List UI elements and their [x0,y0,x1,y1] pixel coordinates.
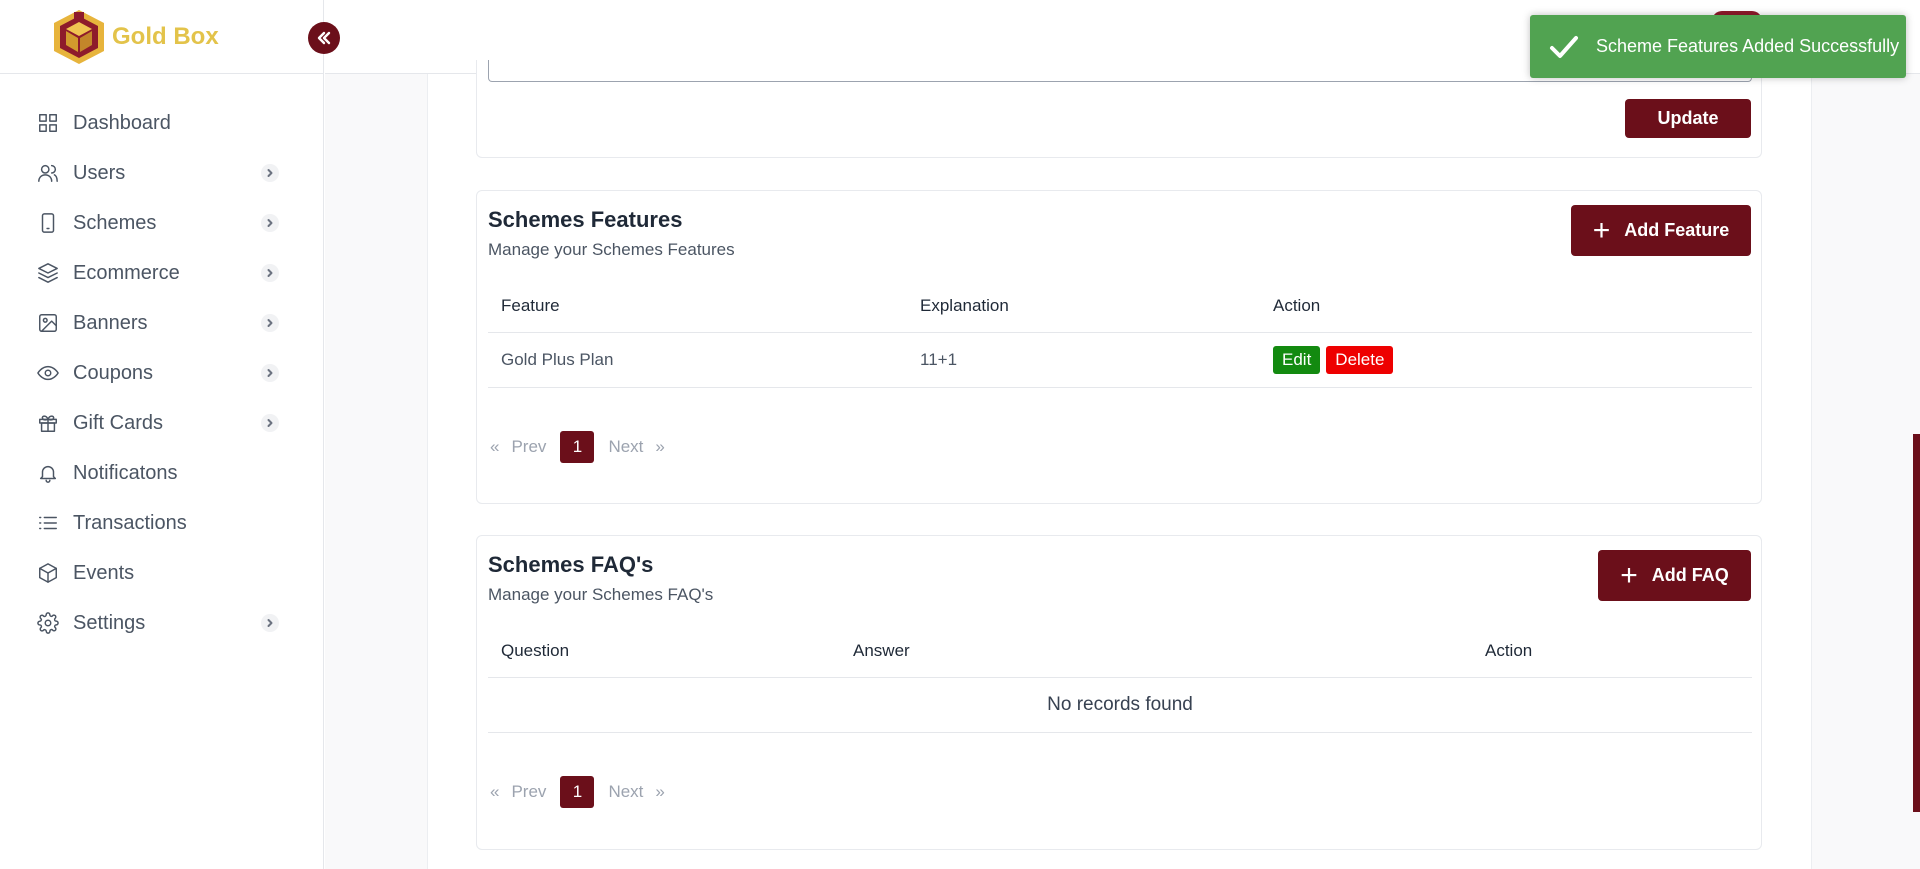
next-page-link[interactable]: Next [608,437,643,457]
sidebar-item-events[interactable]: Events [0,548,323,598]
sidebar-item-label: Gift Cards [73,411,164,434]
plus-icon: + [1592,213,1611,247]
sidebar: Gold Box Dashboard Users Schemes Ecommerce B… [0,0,324,869]
add-faq-button[interactable]: + Add FAQ [1598,550,1751,601]
sidebar-item-coupons[interactable]: Coupons [0,348,323,398]
sidebar-item-label: Coupons [73,361,154,384]
gear-icon [36,611,60,635]
features-title: Schemes Features [488,207,683,232]
sidebar-collapse-button[interactable] [308,22,340,54]
sidebar-item-schemes[interactable]: Schemes [0,198,323,248]
gold-box-logo-icon [54,9,104,64]
features-table: Feature Explanation Action Gold Plus Pla… [488,279,1752,388]
sidebar-item-label: Dashboard [73,111,171,134]
sidebar-item-label: Banners [73,311,148,334]
schemes-features-card: Schemes Features Manage your Schemes Fea… [476,190,1762,504]
eye-icon [36,361,60,385]
sidebar-item-dashboard[interactable]: Dashboard [0,98,323,148]
features-subtitle: Manage your Schemes Features [488,240,735,259]
users-icon [36,161,60,185]
column-header-explanation: Explanation [920,295,1009,315]
table-row: Gold Plus Plan 11+1 Edit Delete [488,333,1752,388]
faq-subtitle: Manage your Schemes FAQ's [488,585,714,604]
chevron-right-icon[interactable] [261,314,279,332]
column-header-feature: Feature [501,295,560,315]
add-faq-label: Add FAQ [1651,565,1729,585]
table-header: Feature Explanation Action [488,279,1752,333]
sidebar-item-label: Schemes [73,211,157,234]
success-toast[interactable]: Scheme Features Added Successfully [1530,15,1906,78]
sidebar-item-label: Notificatons [73,461,178,484]
bell-icon [36,461,60,485]
sidebar-item-users[interactable]: Users [0,148,323,198]
sidebar-item-gift-cards[interactable]: Gift Cards [0,398,323,448]
chevron-right-icon[interactable] [261,364,279,382]
sidebar-nav: Dashboard Users Schemes Ecommerce Banners Cou… [0,74,323,648]
feature-cell: Gold Plus Plan [501,350,614,369]
sidebar-item-label: Ecommerce [73,261,180,284]
next-page-link[interactable]: Next [608,782,643,802]
image-icon [36,311,60,335]
double-chevron-left-icon [317,31,331,45]
explanation-cell: 11+1 [920,350,958,369]
sidebar-item-settings[interactable]: Settings [0,598,323,648]
faq-title: Schemes FAQ's [488,552,654,577]
sidebar-item-notificatons[interactable]: Notificatons [0,448,323,498]
prev-page-link[interactable]: Prev [511,437,546,457]
first-page-link[interactable]: « [490,437,499,457]
delete-button[interactable]: Delete [1326,346,1394,374]
sidebar-item-label: Users [73,161,126,184]
last-page-link[interactable]: » [655,437,664,457]
scrollbar[interactable] [1913,434,1920,812]
table-header: Question Answer Action [488,624,1752,678]
toast-message: Scheme Features Added Successfully [1596,36,1900,56]
sidebar-item-transactions[interactable]: Transactions [0,498,323,548]
sidebar-item-ecommerce[interactable]: Ecommerce [0,248,323,298]
brand-name: Gold Box [112,22,219,50]
chevron-right-icon[interactable] [261,164,279,182]
column-header-answer: Answer [853,640,910,660]
current-page[interactable]: 1 [560,776,595,808]
column-header-action: Action [1485,640,1533,660]
chevron-right-icon[interactable] [261,214,279,232]
chevron-right-icon[interactable] [261,264,279,282]
action-cell: Edit Delete [1273,346,1394,374]
edit-button[interactable]: Edit [1273,346,1321,374]
add-feature-label: Add Feature [1624,220,1730,240]
list-icon [36,511,60,535]
sidebar-item-label: Transactions [73,511,187,534]
box-icon [36,561,60,585]
empty-state-text: No records found [1047,694,1193,715]
sidebar-item-label: Settings [73,611,146,634]
grid-icon [36,111,60,135]
sidebar-item-label: Events [73,561,135,584]
features-pagination: « Prev 1 Next » [488,431,665,463]
column-header-action: Action [1273,295,1321,315]
checkmark-icon [1548,31,1580,63]
faq-table: Question Answer Action No records found [488,624,1752,733]
add-feature-button[interactable]: + Add Feature [1571,205,1751,256]
update-button[interactable]: Update [1625,99,1751,138]
sidebar-item-banners[interactable]: Banners [0,298,323,348]
gift-icon [36,411,60,435]
first-page-link[interactable]: « [490,782,499,802]
tablet-icon [36,211,60,235]
column-header-question: Question [501,640,570,660]
last-page-link[interactable]: » [655,782,664,802]
schemes-faq-card: Schemes FAQ's Manage your Schemes FAQ's … [476,535,1762,850]
prev-page-link[interactable]: Prev [511,782,546,802]
plus-icon: + [1620,558,1638,592]
chevron-right-icon[interactable] [261,614,279,632]
current-page[interactable]: 1 [560,431,595,463]
layers-icon [36,261,60,285]
table-row: No records found [488,678,1752,733]
faq-pagination: « Prev 1 Next » [488,776,665,808]
chevron-right-icon[interactable] [261,414,279,432]
brand[interactable]: Gold Box [0,0,323,74]
